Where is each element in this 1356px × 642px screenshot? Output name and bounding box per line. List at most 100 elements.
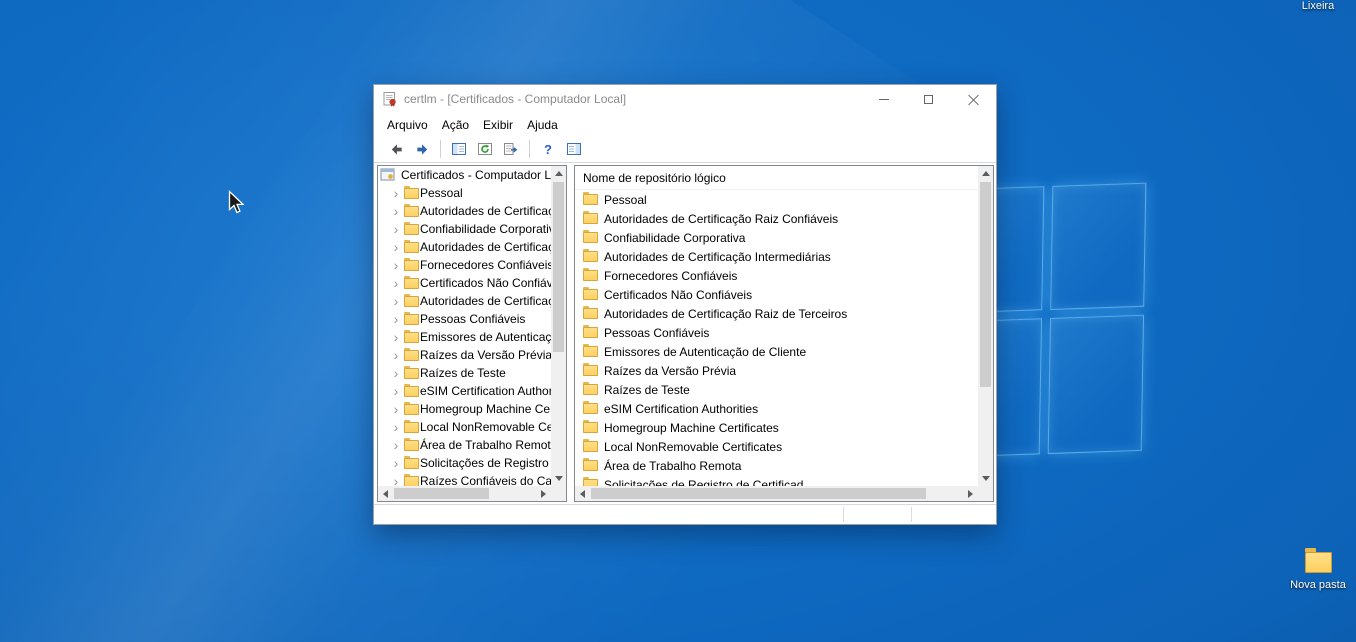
titlebar[interactable]: certlm - [Certificados - Computador Loca… [374, 85, 996, 113]
list-vertical-scrollbar[interactable] [978, 166, 993, 486]
close-button[interactable] [951, 85, 996, 113]
scroll-left-arrow[interactable] [575, 486, 590, 501]
chevron-right-icon[interactable]: › [390, 312, 402, 326]
tree-item[interactable]: › Fornecedores Confiáveis [378, 256, 551, 274]
chevron-right-icon[interactable]: › [390, 384, 402, 398]
toolbar-separator [440, 140, 441, 158]
menu-item[interactable]: Ação [435, 115, 476, 135]
tree-item[interactable]: › Raízes Confiáveis do Cartã [378, 472, 551, 486]
chevron-right-icon[interactable]: › [390, 402, 402, 416]
scroll-down-arrow[interactable] [551, 471, 566, 486]
list-item[interactable]: Local NonRemovable Certificates [575, 437, 978, 456]
tree-item[interactable]: › Área de Trabalho Remota [378, 436, 551, 454]
tree-item-label: Pessoal [420, 186, 463, 200]
tree-item[interactable]: › Homegroup Machine Cer [378, 400, 551, 418]
new-folder-shortcut[interactable]: Nova pasta [1272, 548, 1356, 591]
tree-item[interactable]: › Certificados Não Confiáve [378, 274, 551, 292]
tree-item[interactable]: › Pessoal [378, 184, 551, 202]
chevron-right-icon[interactable]: › [390, 276, 402, 290]
list-item[interactable]: Homegroup Machine Certificates [575, 418, 978, 437]
list-item[interactable]: Raízes de Teste [575, 380, 978, 399]
chevron-right-icon[interactable]: › [390, 240, 402, 254]
chevron-right-icon[interactable]: › [390, 420, 402, 434]
help-button[interactable]: ? [536, 138, 560, 160]
list-item[interactable]: Fornecedores Confiáveis [575, 266, 978, 285]
tree-item[interactable]: › Autoridades de Certificaçã [378, 238, 551, 256]
list-item[interactable]: Pessoal [575, 190, 978, 209]
maximize-icon [924, 94, 933, 104]
column-header[interactable]: Nome de repositório lógico [575, 166, 978, 190]
list-item[interactable]: Certificados Não Confiáveis [575, 285, 978, 304]
recycle-bin-shortcut[interactable]: Lixeira [1286, 0, 1350, 12]
chevron-right-icon[interactable]: › [390, 204, 402, 218]
tree-horizontal-scrollbar[interactable] [378, 486, 551, 501]
scroll-up-arrow[interactable] [978, 166, 993, 181]
chevron-right-icon[interactable]: › [390, 222, 402, 236]
tree-item[interactable]: › Emissores de Autenticaçã [378, 328, 551, 346]
minimize-button[interactable] [861, 85, 906, 113]
list-item[interactable]: Pessoas Confiáveis [575, 323, 978, 342]
tree-item[interactable]: › Local NonRemovable Cert [378, 418, 551, 436]
tree-item[interactable]: › Autoridades de Certificaçã [378, 202, 551, 220]
list-horizontal-scrollbar[interactable] [575, 486, 978, 501]
scroll-right-arrow[interactable] [963, 486, 978, 501]
forward-button[interactable] [410, 138, 434, 160]
console-content: Certificados - Computador Lo › Pessoal › [374, 163, 996, 504]
list-item[interactable]: Autoridades de Certificação Intermediári… [575, 247, 978, 266]
list-item[interactable]: Área de Trabalho Remota [575, 456, 978, 475]
chevron-right-icon[interactable]: › [390, 186, 402, 200]
chevron-right-icon[interactable]: › [390, 456, 402, 470]
tree-item-label: Homegroup Machine Cer [420, 402, 551, 416]
scroll-up-arrow[interactable] [551, 166, 566, 181]
tree-item[interactable]: › Raízes da Versão Prévia [378, 346, 551, 364]
console-tree-button[interactable] [447, 138, 471, 160]
list-view: Nome de repositório lógico Pessoal Autor… [575, 166, 978, 486]
export-list-button[interactable] [499, 138, 523, 160]
tree-item[interactable]: › eSIM Certification Authori [378, 382, 551, 400]
back-button[interactable] [384, 138, 408, 160]
list-item-label: Pessoas Confiáveis [604, 325, 710, 340]
list-item-label: Confiabilidade Corporativa [604, 230, 746, 245]
chevron-right-icon[interactable]: › [390, 294, 402, 308]
list-item[interactable]: Autoridades de Certificação Raiz Confiáv… [575, 209, 978, 228]
maximize-button[interactable] [906, 85, 951, 113]
tree-vertical-scrollbar[interactable] [551, 166, 566, 486]
action-pane-button[interactable] [562, 138, 586, 160]
back-icon [391, 143, 402, 155]
tree-item-label: Área de Trabalho Remota [420, 438, 551, 452]
tree-item[interactable]: › Autoridades de Certificaçã [378, 292, 551, 310]
tree-item-label: Autoridades de Certificaçã [420, 294, 551, 308]
list-item[interactable]: Raízes da Versão Prévia [575, 361, 978, 380]
menu-item[interactable]: Arquivo [380, 115, 435, 135]
scroll-right-arrow[interactable] [536, 486, 551, 501]
scroll-left-arrow[interactable] [378, 486, 393, 501]
tree-item[interactable]: › Confiabilidade Corporativ [378, 220, 551, 238]
tree-root-item[interactable]: Certificados - Computador Lo [378, 166, 551, 184]
scroll-down-arrow[interactable] [978, 471, 993, 486]
refresh-button[interactable] [473, 138, 497, 160]
tree-item[interactable]: › Pessoas Confiáveis [378, 310, 551, 328]
chevron-right-icon[interactable]: › [390, 438, 402, 452]
list-item-label: Homegroup Machine Certificates [604, 420, 779, 435]
chevron-right-icon[interactable]: › [390, 258, 402, 272]
scroll-thumb[interactable] [980, 182, 991, 387]
menu-item[interactable]: Exibir [476, 115, 520, 135]
tree-item[interactable]: › Solicitações de Registro d [378, 454, 551, 472]
chevron-right-icon[interactable]: › [390, 330, 402, 344]
chevron-right-icon[interactable]: › [390, 348, 402, 362]
list-item-label: Solicitações de Registro de Certificad [604, 477, 804, 487]
scroll-thumb[interactable] [591, 488, 926, 499]
tree-item[interactable]: › Raízes de Teste [378, 364, 551, 382]
chevron-right-icon[interactable]: › [390, 366, 402, 380]
list-item[interactable]: Confiabilidade Corporativa [575, 228, 978, 247]
scroll-thumb[interactable] [553, 182, 564, 352]
folder-icon [583, 401, 598, 414]
list-item[interactable]: eSIM Certification Authorities [575, 399, 978, 418]
menu-item[interactable]: Ajuda [520, 115, 565, 135]
list-item[interactable]: Solicitações de Registro de Certificad [575, 475, 978, 486]
tree-item-label: eSIM Certification Authori [420, 384, 551, 398]
scroll-thumb[interactable] [394, 488, 489, 499]
list-item[interactable]: Autoridades de Certificação Raiz de Terc… [575, 304, 978, 323]
chevron-right-icon[interactable]: › [390, 474, 402, 486]
list-item[interactable]: Emissores de Autenticação de Cliente [575, 342, 978, 361]
